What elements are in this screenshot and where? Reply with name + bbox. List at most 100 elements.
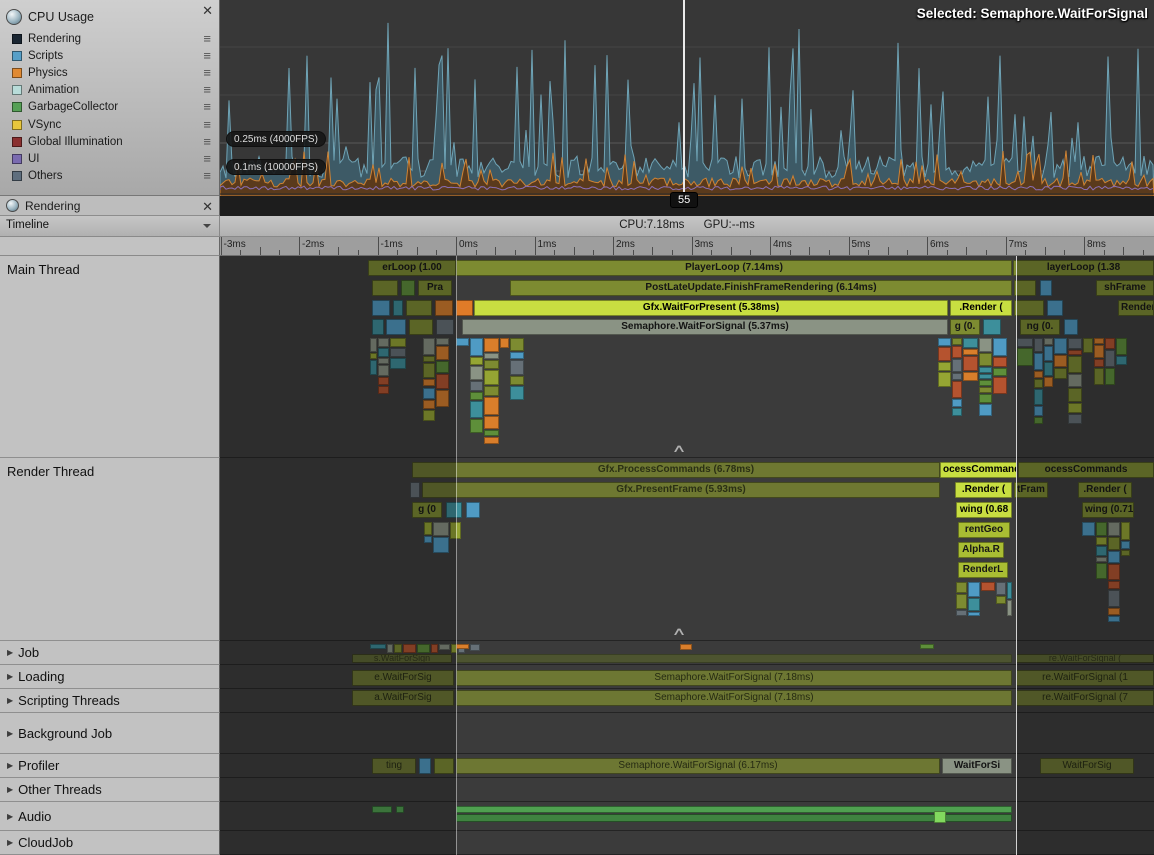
sample-block[interactable] [963,349,978,355]
sample-block[interactable] [1068,414,1081,424]
sample-block[interactable] [484,338,499,352]
timeline-bar[interactable] [419,758,431,774]
sample-block[interactable] [1082,522,1095,536]
drag-handle-icon[interactable]: ≡ [203,120,211,130]
sample-block[interactable] [423,356,435,362]
sample-block[interactable] [423,379,435,386]
timeline-bar[interactable]: Semaphore.WaitForSignal (6.17ms) [456,758,940,774]
sample-block[interactable] [1017,338,1033,347]
timeline-bar[interactable]: wing (0.68 [956,502,1012,518]
sample-block[interactable] [938,347,951,361]
sample-block[interactable] [423,388,435,400]
sample-block[interactable] [470,392,483,400]
sample-block[interactable] [470,644,480,651]
sample-block[interactable] [370,353,377,359]
sample-block[interactable] [436,361,449,374]
timeline-bar[interactable]: a.WaitForSig [352,690,454,706]
timeline-bar[interactable]: erLoop (1.00 [368,260,456,276]
sample-block[interactable] [378,386,389,394]
drag-handle-icon[interactable]: ≡ [203,154,211,164]
timeline-bar[interactable] [410,482,420,498]
sample-block[interactable] [470,338,483,356]
sample-block[interactable] [979,394,992,403]
thread-row-background[interactable]: ▶Background Job [0,713,220,754]
sample-block[interactable] [484,437,499,444]
timeline-bar[interactable]: Gfx.ProcessCommands (6.78ms) [412,462,940,478]
sample-block[interactable] [510,360,523,375]
sample-block[interactable] [996,596,1006,604]
sample-block[interactable] [439,644,450,650]
sample-block[interactable] [1096,522,1107,536]
sample-block[interactable] [423,338,435,355]
sample-block[interactable] [436,338,449,345]
timeline-bar[interactable]: WaitForSig [1040,758,1134,774]
sample-block[interactable] [1108,608,1120,615]
sample-block[interactable] [993,368,1007,375]
sample-block[interactable] [1121,541,1130,549]
sample-block[interactable] [1034,417,1043,424]
sample-block[interactable] [996,582,1006,595]
legend-item-others[interactable]: Others≡ [0,168,219,185]
sample-block[interactable] [1054,355,1068,367]
thread-row-main[interactable]: Main Thread [0,256,220,458]
timeline-bar[interactable] [393,300,403,316]
sample-block[interactable] [500,338,509,348]
sample-block[interactable] [952,408,962,416]
sample-block[interactable] [979,353,992,367]
sample-block[interactable] [423,363,435,378]
sample-block[interactable] [470,366,483,379]
timeline-bar[interactable] [1014,300,1044,316]
sample-block[interactable] [1116,338,1127,355]
sample-block[interactable] [456,644,469,649]
timeline-bar[interactable]: layerLoop (1.38 [1013,260,1154,276]
sample-block[interactable] [1108,537,1120,550]
sample-block[interactable] [370,644,386,649]
sample-block[interactable] [1108,616,1120,622]
sample-block[interactable] [963,356,978,371]
sample-block[interactable] [484,416,499,429]
timeline-bar[interactable] [372,806,392,813]
timeline-bar[interactable] [434,758,454,774]
sample-block[interactable] [1068,350,1081,355]
sample-block[interactable] [680,644,692,650]
timeline-bar[interactable]: g (0 [412,502,442,518]
sample-block[interactable] [1108,564,1120,579]
frame-scrub-strip[interactable]: 55 [220,196,1154,216]
sample-block[interactable] [1116,356,1127,365]
sample-block[interactable] [390,348,406,357]
thread-row-scripting[interactable]: ▶Scripting Threads [0,689,220,713]
timeline-tracks[interactable]: erLoop (1.00PlayerLoop (7.14ms)layerLoop… [220,256,1154,855]
timeline-bar[interactable] [456,300,473,316]
sample-block[interactable] [1054,368,1068,379]
sample-block[interactable] [979,338,992,352]
timeline-bar[interactable]: wing (0.71 [1082,502,1134,518]
sample-block[interactable] [1068,374,1081,387]
sample-block[interactable] [378,348,389,356]
sample-block[interactable] [956,594,967,609]
sample-block[interactable] [484,360,499,369]
timeline-bar[interactable]: Gfx.PresentFrame (5.93ms) [422,482,940,498]
timeline-bar[interactable]: s.WaitForSign [352,654,452,663]
sample-block[interactable] [1007,582,1012,599]
sample-block[interactable] [1096,546,1107,556]
sample-block[interactable] [390,358,406,369]
timeline-bar[interactable] [396,806,404,813]
sample-block[interactable] [470,381,483,391]
timeline-bar[interactable] [983,319,1001,335]
timeline-bar[interactable]: re.WaitForSignal ( [1016,654,1154,663]
sample-block[interactable] [1105,368,1115,385]
timeline-bar[interactable]: shFrame [1096,280,1154,296]
sample-block[interactable] [510,352,523,359]
sample-block[interactable] [938,338,951,346]
sample-block[interactable] [1034,338,1043,352]
sample-block[interactable] [920,644,934,649]
timeline-bar[interactable] [401,280,415,296]
sample-block[interactable] [1108,581,1120,589]
sample-block[interactable] [1105,350,1115,366]
close-icon[interactable]: ✕ [202,4,213,17]
sample-block[interactable] [378,338,389,347]
timeline-bar[interactable]: re.WaitForSignal (1 [1016,670,1154,686]
sample-block[interactable] [370,338,377,352]
timeline-bar[interactable]: e.WaitForSig [352,670,454,686]
timeline-bar[interactable]: .Render ( [1078,482,1132,498]
